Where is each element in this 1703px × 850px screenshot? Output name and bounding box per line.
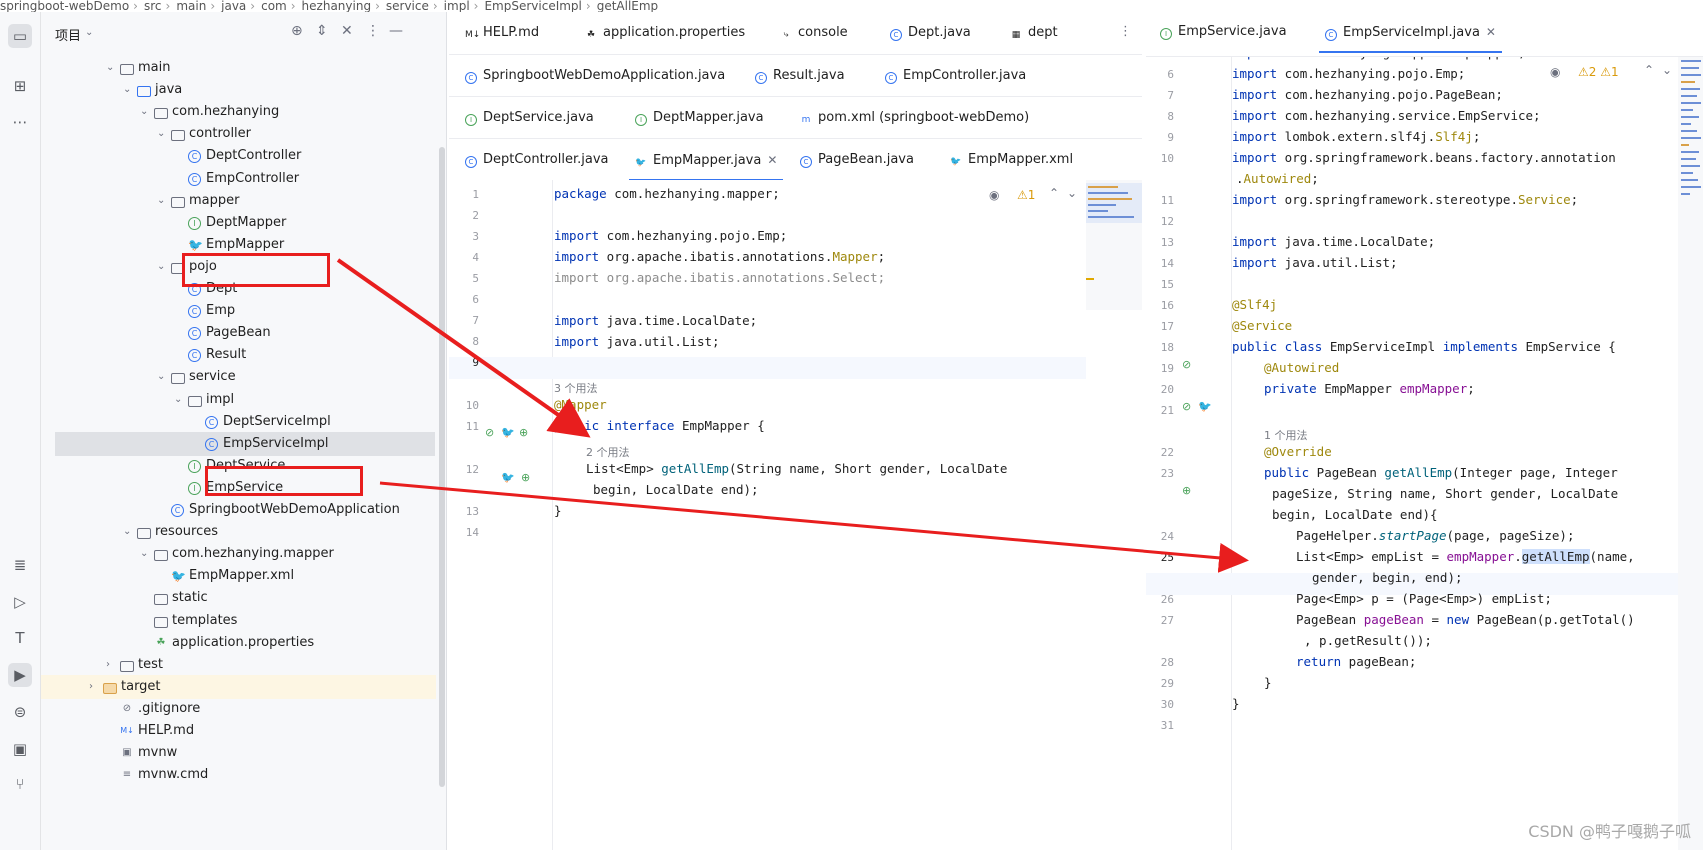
watermark: CSDN @鸭子嘎鹅子呱 (1528, 822, 1691, 841)
arrow-to-call-site (379, 481, 1249, 573)
arrow-to-interface (336, 258, 591, 438)
annotation-arrows (336, 258, 1249, 573)
